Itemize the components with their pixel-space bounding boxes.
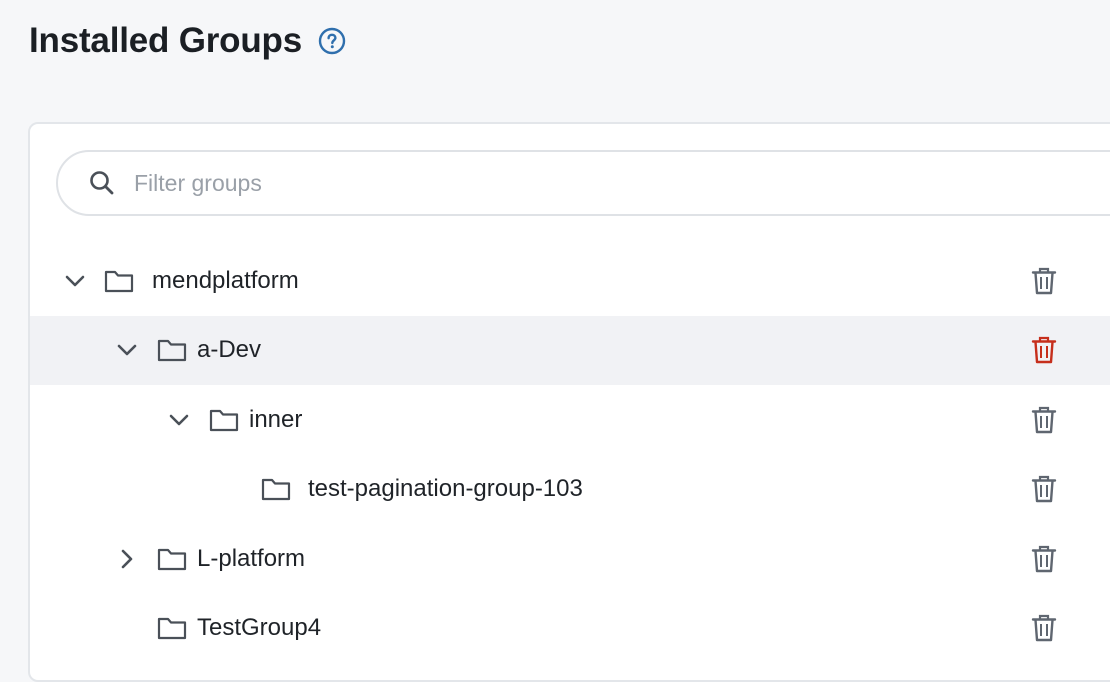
folder-icon <box>261 476 291 502</box>
folder-icon <box>209 407 239 433</box>
tree-row[interactable]: mendplatform <box>30 246 1110 316</box>
group-name[interactable]: a-Dev <box>197 336 261 364</box>
groups-panel: mendplatform a-Dev <box>28 122 1110 682</box>
search-input[interactable] <box>132 168 936 198</box>
tree-row[interactable]: a-Dev <box>30 315 1110 385</box>
folder-icon <box>104 268 134 294</box>
search-icon <box>88 169 116 197</box>
tree-row[interactable]: TestGroup4 <box>30 594 1110 664</box>
group-name[interactable]: TestGroup4 <box>197 614 321 642</box>
group-name[interactable]: L-platform <box>197 545 305 573</box>
group-tree: mendplatform a-Dev inner test-pagination… <box>30 246 1110 663</box>
chevron-down-icon[interactable] <box>63 269 87 293</box>
folder-icon <box>157 546 187 572</box>
trash-icon[interactable] <box>1030 266 1058 296</box>
page-title: Installed Groups <box>29 21 302 60</box>
chevron-down-icon[interactable] <box>167 408 191 432</box>
folder-icon <box>157 337 187 363</box>
trash-icon[interactable] <box>1030 335 1058 365</box>
chevron-down-icon[interactable] <box>115 338 139 362</box>
tree-row[interactable]: L-platform <box>30 524 1110 594</box>
trash-icon[interactable] <box>1030 405 1058 435</box>
folder-icon <box>157 615 187 641</box>
group-name[interactable]: inner <box>249 406 302 434</box>
tree-row[interactable]: test-pagination-group-103 <box>30 455 1110 525</box>
trash-icon[interactable] <box>1030 474 1058 504</box>
chevron-right-icon[interactable] <box>115 547 139 571</box>
tree-row[interactable]: inner <box>30 385 1110 455</box>
page-header: Installed Groups <box>29 18 346 64</box>
group-name[interactable]: test-pagination-group-103 <box>308 475 583 503</box>
trash-icon[interactable] <box>1030 544 1058 574</box>
question-circle-icon[interactable] <box>318 27 346 55</box>
search-box[interactable] <box>56 150 1110 216</box>
group-name[interactable]: mendplatform <box>152 267 299 295</box>
trash-icon[interactable] <box>1030 613 1058 643</box>
